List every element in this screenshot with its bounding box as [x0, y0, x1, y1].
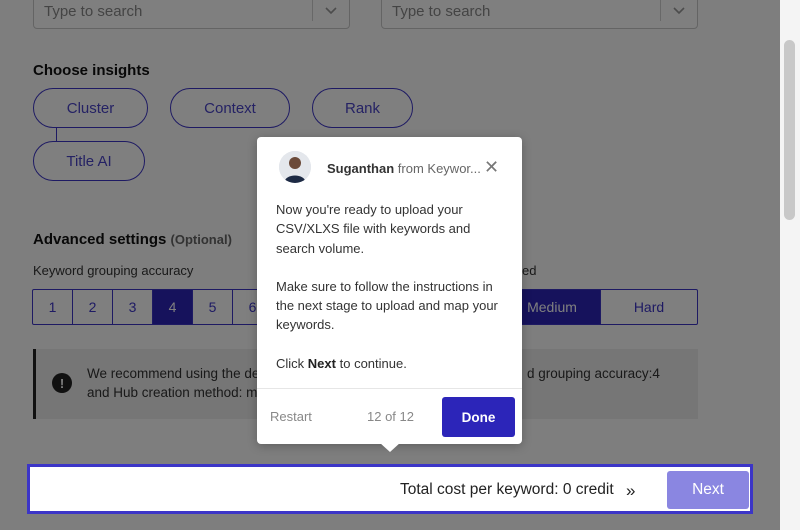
tour-popover: Suganthan from Keywor... ✕ Now you're re…	[257, 137, 522, 452]
tour-paragraph-1: Now you're ready to upload your CSV/XLXS…	[276, 202, 471, 256]
popover-caret	[379, 442, 401, 452]
tour-message: Now you're ready to upload your CSV/XLXS…	[276, 200, 511, 392]
click-prefix: Click	[276, 355, 305, 371]
click-bold: Next	[307, 355, 336, 371]
step-counter: 12 of 12	[367, 409, 414, 424]
sender-suffix: from Keywor...	[397, 161, 481, 176]
done-button[interactable]: Done	[442, 397, 515, 437]
avatar	[279, 151, 311, 183]
person-avatar-icon	[279, 151, 311, 183]
tour-paragraph-2: Make sure to follow the instructions in …	[276, 278, 498, 333]
popover-divider	[257, 388, 522, 389]
footer-bar: Total cost per keyword: 0 credit » Next	[27, 464, 753, 514]
click-suffix: to continue.	[339, 355, 407, 371]
total-cost-label: Total cost per keyword: 0 credit	[400, 481, 614, 498]
sender-name: Suganthan	[327, 161, 395, 176]
restart-link[interactable]: Restart	[270, 409, 312, 424]
double-chevron-right-icon: »	[626, 481, 636, 500]
tour-paragraph-3: Click Next to continue.	[276, 354, 511, 373]
scrollbar-thumb[interactable]	[784, 40, 795, 220]
tour-sender: Suganthan from Keywor...	[327, 161, 481, 176]
close-icon[interactable]: ✕	[484, 158, 499, 176]
next-button[interactable]: Next	[667, 471, 749, 509]
